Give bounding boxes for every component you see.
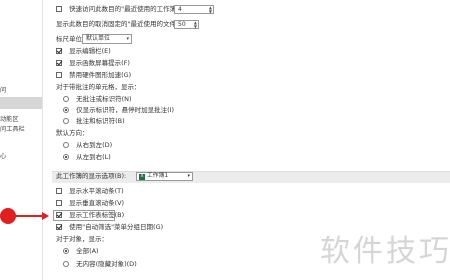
hscroll-row: 显示水平滚动条(T) (56, 186, 124, 196)
nav-item-label: 动能区 (0, 116, 19, 123)
quick-access-count-spinner[interactable]: 4 ▲ ▼ (174, 5, 214, 14)
chevron-down-icon: ▾ (126, 36, 129, 42)
sheet-tabs-label: 显示工作表标签(B) (69, 211, 125, 219)
comments-heading-text: 对于带批注的单元格，显示： (56, 83, 141, 91)
workbook-section-heading-text: 此工作簿的显示选项(B): (56, 172, 127, 180)
nav-divider (42, 0, 43, 280)
excel-workbook-icon: X (139, 173, 145, 180)
quick-access-checkbox[interactable] (56, 6, 62, 12)
comments-none-row: 无批注或标识符(N) (63, 94, 132, 104)
objects-all-label: 全部(A) (76, 247, 99, 255)
vscroll-label: 显示垂直滚动条(V) (69, 199, 125, 207)
workbook-section-heading: 此工作簿的显示选项(B): (56, 171, 126, 181)
nav-item-label: 问工具栏 (0, 126, 25, 133)
objects-all-radio[interactable] (63, 248, 69, 254)
nav-item-advanced[interactable] (0, 97, 42, 109)
sheet-tabs-row: 显示工作表标签(B) (56, 210, 124, 220)
hw-accel-label: 禁用硬件图形加速(G) (69, 71, 132, 79)
nav-item-label: 问 (0, 87, 7, 94)
comments-both-row: 批注和标识符(B) (63, 116, 125, 126)
recent-unpinned-value: 50 (178, 21, 186, 28)
objects-none-label: 无内容(隐藏对象)(D) (76, 260, 137, 268)
formula-bar-row: 显示编辑栏(E) (56, 46, 111, 56)
workbook-select[interactable]: X 工作簿1 ▾ (136, 172, 193, 181)
nav-item-quick-access[interactable]: 问工具栏 (0, 125, 42, 135)
comments-indicator-radio[interactable] (63, 107, 69, 113)
group-dates-checkbox[interactable] (56, 224, 62, 230)
hw-accel-row: 禁用硬件图形加速(G) (56, 70, 131, 80)
nav-item-trust[interactable]: 心 (0, 152, 42, 162)
ruler-units-select[interactable]: 默认单位 ▾ (82, 34, 132, 44)
direction-ltr-label: 从左到右(L) (76, 153, 111, 161)
comments-none-label: 无批注或标识符(N) (76, 95, 132, 103)
comments-both-label: 批注和标识符(B) (76, 117, 125, 125)
comments-indicator-row: 仅显示标识符，悬停时加显批注(I) (63, 105, 174, 115)
nav-item-2[interactable]: 问 (0, 86, 42, 96)
comments-none-radio[interactable] (63, 96, 69, 102)
objects-heading: 对于对象，显示： (56, 234, 108, 244)
recent-unpinned-spinner[interactable]: 50 ▲ ▼ (174, 20, 199, 29)
ruler-units-value: 默认单位 (86, 35, 111, 42)
group-dates-row: 使用"自动筛选"菜单分组日期(G) (56, 222, 163, 232)
direction-heading: 默认方向： (56, 128, 89, 138)
vscroll-row: 显示垂直滚动条(V) (56, 198, 124, 208)
function-tooltips-label: 显示函数屏幕提示(F) (69, 59, 130, 67)
nav-item-1[interactable] (0, 76, 42, 86)
comments-heading: 对于带批注的单元格，显示： (56, 82, 141, 92)
annotation-arrow-line (14, 215, 44, 217)
direction-heading-text: 默认方向： (56, 129, 89, 137)
objects-none-row: 无内容(隐藏对象)(D) (63, 259, 137, 269)
nav-item-label: 心 (0, 153, 7, 160)
direction-ltr-radio[interactable] (63, 154, 69, 160)
direction-rtl-row: 从右到左(D) (63, 140, 112, 150)
vscroll-checkbox[interactable] (56, 200, 62, 206)
quick-access-count-value: 4 (178, 6, 182, 13)
comments-both-radio[interactable] (63, 118, 69, 124)
workbook-name: 工作簿1 (147, 173, 169, 179)
spinner-arrows-icon[interactable]: ▲ ▼ (209, 6, 212, 14)
hscroll-checkbox[interactable] (56, 188, 62, 194)
objects-none-radio[interactable] (63, 261, 69, 267)
group-dates-label: 使用"自动筛选"菜单分组日期(G) (69, 223, 164, 231)
objects-all-row: 全部(A) (63, 246, 99, 256)
nav-item-ribbon[interactable]: 动能区 (0, 115, 42, 125)
hw-accel-checkbox[interactable] (56, 72, 62, 78)
sheet-tabs-checkbox[interactable] (56, 212, 62, 218)
direction-rtl-label: 从右到左(D) (76, 141, 113, 149)
function-tooltips-row: 显示函数屏幕提示(F) (56, 58, 130, 68)
quick-access-row: 快速访问此数目的"最近使用的工作簿"(Q): (56, 4, 191, 14)
formula-bar-label: 显示编辑栏(E) (69, 47, 111, 55)
options-nav: 问 动能区 问工具栏 心 (0, 0, 42, 280)
spinner-arrows-icon[interactable]: ▲ ▼ (194, 21, 197, 29)
direction-rtl-radio[interactable] (63, 142, 69, 148)
watermark-text: 软件技巧 (320, 234, 450, 269)
comments-indicator-label: 仅显示标识符，悬停时加显批注(I) (76, 106, 175, 114)
chevron-down-icon: ▾ (187, 173, 190, 179)
annotation-arrow-icon (42, 212, 49, 220)
objects-heading-text: 对于对象，显示： (56, 235, 108, 243)
formula-bar-checkbox[interactable] (56, 48, 62, 54)
function-tooltips-checkbox[interactable] (56, 60, 62, 66)
direction-ltr-row: 从左到右(L) (63, 152, 111, 162)
hscroll-label: 显示水平滚动条(T) (69, 187, 124, 195)
